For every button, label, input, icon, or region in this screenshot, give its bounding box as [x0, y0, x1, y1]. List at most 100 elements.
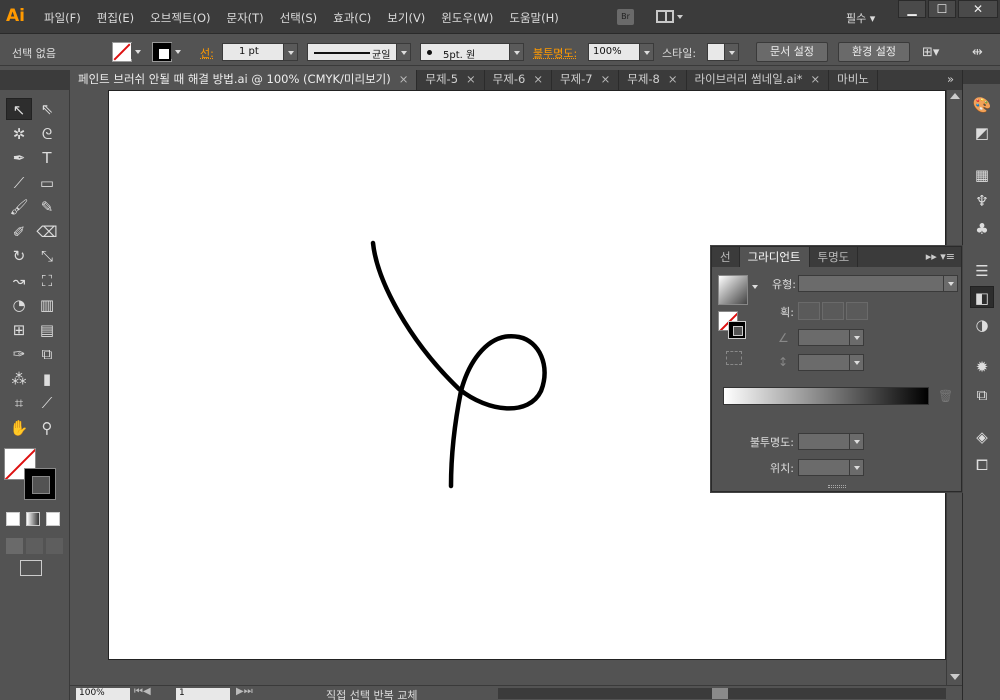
artboards-icon[interactable]: ⧠: [970, 454, 994, 476]
gradient-type-dropdown[interactable]: [798, 275, 958, 292]
artboard-tool-icon[interactable]: ⌗: [6, 392, 32, 414]
tabs-overflow-button[interactable]: »: [939, 70, 962, 90]
stroke-gradient-across-icon[interactable]: [846, 302, 868, 320]
opacity-field[interactable]: 100%: [588, 43, 654, 61]
warp-tool-icon[interactable]: ↝: [6, 270, 32, 292]
color-icon[interactable]: 🎨: [970, 94, 994, 116]
direct-selection-tool-icon[interactable]: ⇖: [34, 98, 60, 120]
close-button[interactable]: ✕: [958, 0, 998, 18]
arrange-icon[interactable]: ⊞▾: [922, 45, 939, 60]
perspective-grid-tool-icon[interactable]: ▥: [34, 294, 60, 316]
appearance-icon[interactable]: ✹: [970, 356, 994, 378]
line-tool-icon[interactable]: ⟋: [6, 172, 32, 194]
transparency-icon[interactable]: ◑: [970, 314, 994, 336]
reverse-gradient-icon[interactable]: [726, 351, 742, 365]
opacity-label[interactable]: 불투명도:: [533, 45, 577, 61]
rectangle-tool-icon[interactable]: ▭: [34, 172, 60, 194]
slice-tool-icon[interactable]: ⟋: [34, 392, 60, 414]
delete-stop-icon[interactable]: 🗑: [938, 389, 953, 403]
menu-effect[interactable]: 효과(C): [325, 10, 379, 26]
tab-close-icon[interactable]: ×: [466, 70, 476, 90]
none-mode-icon[interactable]: [46, 512, 60, 526]
swatches-icon[interactable]: ▦: [970, 164, 994, 186]
stroke-gradient-along-icon[interactable]: [822, 302, 844, 320]
menu-help[interactable]: 도움말(H): [501, 10, 566, 26]
hand-tool-icon[interactable]: ✋: [6, 417, 32, 439]
fill-swatch[interactable]: [112, 42, 132, 62]
menu-select[interactable]: 선택(S): [272, 10, 325, 26]
draw-behind-icon[interactable]: [26, 538, 43, 554]
tab-gradient[interactable]: 그라디언트: [740, 247, 810, 267]
style-dropdown[interactable]: [707, 43, 739, 61]
panel-options-icon[interactable]: ▸▸ ▾≡: [920, 247, 961, 267]
tab-document[interactable]: 무제-6 ×: [485, 70, 552, 90]
paintbrush-tool-icon[interactable]: 🖌: [6, 196, 32, 218]
workspace-switcher[interactable]: 필수 ▾: [846, 10, 875, 26]
tab-stroke[interactable]: 선: [712, 247, 740, 267]
fill-dropdown[interactable]: [133, 43, 145, 61]
tab-document-active[interactable]: 페인트 브러쉬 안될 때 해결 방법.ai @ 100% (CMYK/미리보기)…: [70, 70, 417, 90]
type-tool-icon[interactable]: T: [34, 147, 60, 169]
maximize-button[interactable]: ☐: [928, 0, 956, 18]
tab-document[interactable]: 무제-8 ×: [619, 70, 686, 90]
color-mode-icon[interactable]: [6, 512, 20, 526]
gradient-tool-icon[interactable]: ▤: [34, 319, 60, 341]
menu-object[interactable]: 오브젝트(O): [142, 10, 218, 26]
color-guide-icon[interactable]: ◩: [970, 122, 994, 144]
tools-panel-header[interactable]: [0, 70, 70, 90]
gradient-preview-dropdown-icon[interactable]: [752, 285, 758, 289]
scale-tool-icon[interactable]: ⤡: [34, 245, 60, 267]
column-graph-tool-icon[interactable]: ▮: [34, 368, 60, 390]
menu-type[interactable]: 문자(T): [219, 10, 272, 26]
shape-builder-tool-icon[interactable]: ◔: [6, 294, 32, 316]
stroke-gradient-within-icon[interactable]: [798, 302, 820, 320]
minimize-button[interactable]: ▁: [898, 0, 926, 18]
gradient-preview[interactable]: [718, 275, 748, 305]
page-nav-last-icon[interactable]: ▶⏭: [236, 686, 253, 697]
stroke-label[interactable]: 선:: [200, 45, 214, 61]
layers-icon[interactable]: ◈: [970, 426, 994, 448]
angle-field[interactable]: [798, 329, 864, 346]
zoom-field[interactable]: 100%: [76, 688, 130, 700]
draw-normal-icon[interactable]: [6, 538, 23, 554]
stroke-dropdown[interactable]: [173, 43, 185, 61]
fill-stroke-widget[interactable]: [4, 448, 60, 504]
menu-view[interactable]: 보기(V): [379, 10, 433, 26]
dock-header[interactable]: [963, 70, 1000, 84]
tab-document[interactable]: 무제-5 ×: [417, 70, 484, 90]
variable-width-profile[interactable]: 균일: [307, 43, 411, 61]
zoom-tool-icon[interactable]: ⚲: [34, 417, 60, 439]
gradient-mode-icon[interactable]: [26, 512, 40, 526]
panel-resize-grip[interactable]: [828, 485, 846, 488]
tab-document[interactable]: 무제-7 ×: [552, 70, 619, 90]
tab-close-icon[interactable]: ×: [668, 70, 678, 90]
scroll-thumb[interactable]: [712, 688, 728, 699]
page-nav-first-icon[interactable]: ⏮◀: [134, 686, 151, 697]
brush-definition[interactable]: 5pt. 원: [420, 43, 524, 61]
menu-window[interactable]: 윈도우(W): [433, 10, 501, 26]
blend-tool-icon[interactable]: ⧉: [34, 343, 60, 365]
gradient-slider[interactable]: [723, 387, 929, 405]
scroll-up-icon[interactable]: [950, 93, 960, 99]
pen-tool-icon[interactable]: ✒: [6, 147, 32, 169]
selection-tool-icon[interactable]: ↖: [6, 98, 32, 120]
fill-stroke-mini[interactable]: [718, 311, 748, 341]
eraser-tool-icon[interactable]: ⌫: [34, 221, 60, 243]
menu-file[interactable]: 파일(F): [36, 10, 89, 26]
bridge-button[interactable]: Br: [617, 9, 634, 25]
draw-inside-icon[interactable]: [46, 538, 63, 554]
rotate-tool-icon[interactable]: ↻: [6, 245, 32, 267]
eyedropper-tool-icon[interactable]: ✑: [6, 343, 32, 365]
stroke-color-icon[interactable]: [728, 321, 746, 339]
tab-close-icon[interactable]: ×: [399, 70, 409, 90]
page-field[interactable]: 1: [176, 688, 230, 700]
mesh-tool-icon[interactable]: ⊞: [6, 319, 32, 341]
magic-wand-tool-icon[interactable]: ✲: [6, 123, 32, 145]
symbols-icon[interactable]: ♣: [970, 218, 994, 240]
stroke-swatch[interactable]: [152, 42, 172, 62]
preferences-button[interactable]: 환경 설정: [838, 42, 910, 62]
status-text[interactable]: 직접 선택 반복 교체: [326, 687, 417, 700]
menu-edit[interactable]: 편집(E): [89, 10, 142, 26]
stroke-icon[interactable]: ☰: [970, 260, 994, 282]
pencil-tool-icon[interactable]: ✎: [34, 196, 60, 218]
